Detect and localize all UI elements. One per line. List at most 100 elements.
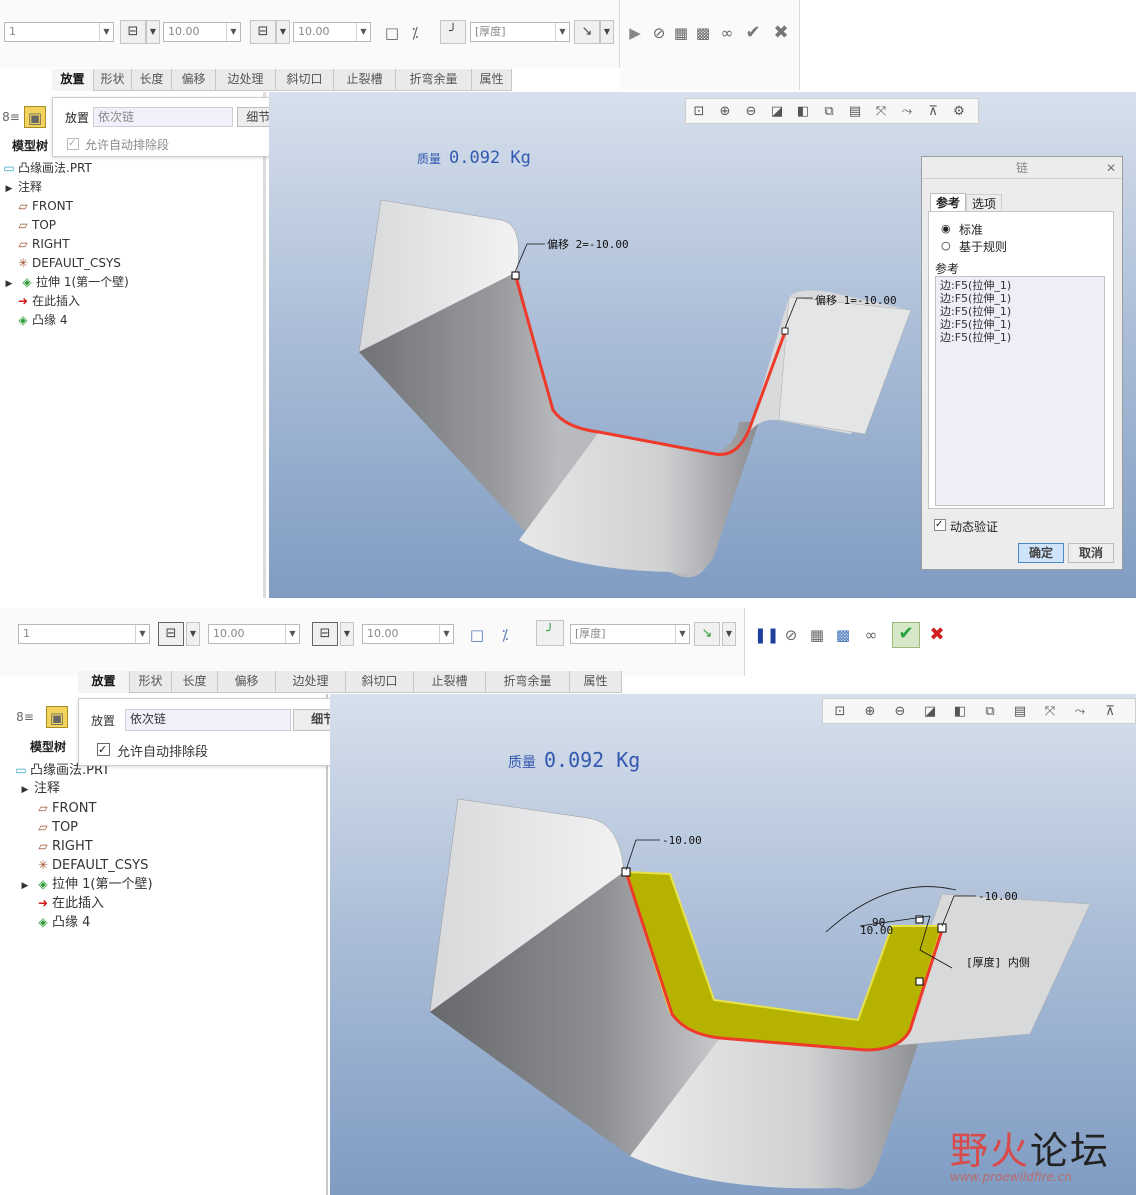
tree-item-right[interactable]: ▱ RIGHT <box>14 235 69 253</box>
tree-item-annotations[interactable]: ▶ 注释 <box>16 780 60 798</box>
tab-edge-treatment[interactable]: 边处理 <box>276 671 346 693</box>
close-icon[interactable]: ✖ <box>770 22 792 44</box>
bend-side-dropdown[interactable]: ▼ <box>722 622 736 646</box>
checkbox-checked-icon[interactable]: ✓ <box>934 519 946 531</box>
list-item[interactable]: 边:F5(拉伸_1) <box>940 292 1100 305</box>
bend-side-button[interactable]: ↘ <box>694 622 720 646</box>
offset-dim-label-left[interactable]: -10.00 <box>662 834 702 847</box>
bend-side-button[interactable]: ↘ <box>574 20 600 44</box>
tree-item-top[interactable]: ▱ TOP <box>34 818 78 836</box>
length-type-dropdown-2[interactable]: ▼ <box>276 20 290 44</box>
bend-radius-button[interactable]: ╯ <box>440 20 466 44</box>
tree-item-annotations[interactable]: ▶ 注释 <box>0 178 42 196</box>
tree-item-front[interactable]: ▱ FRONT <box>14 197 73 215</box>
thickness-combo[interactable]: [厚度] ▼ <box>470 22 570 42</box>
offset-dim-label-2[interactable]: 偏移 2=-10.00 <box>547 237 629 251</box>
percent-icon[interactable]: ⁒ <box>404 22 426 44</box>
check-icon[interactable]: ✔ <box>742 22 764 44</box>
stop-icon[interactable]: ⊘ <box>780 624 802 646</box>
tree-item-insert-here[interactable]: ➜ 在此插入 <box>14 292 80 310</box>
verify-icon[interactable]: ▩ <box>832 624 854 646</box>
length-type-dropdown-2[interactable]: ▼ <box>340 622 354 646</box>
preview-icon[interactable]: ▦ <box>670 22 692 44</box>
length-type-dropdown[interactable]: ▼ <box>146 20 160 44</box>
layer-tree-icon[interactable]: ▣ <box>24 106 46 128</box>
cancel-button[interactable]: 取消 <box>1068 543 1114 563</box>
chain-collector-field[interactable]: 依次链 <box>125 709 291 731</box>
preview-icon[interactable]: ▦ <box>806 624 828 646</box>
length-type-button[interactable]: ⊟ <box>120 20 146 44</box>
pause-stop-icon[interactable]: ⊘ <box>648 22 670 44</box>
checkbox-icon[interactable]: ✓ <box>67 138 79 150</box>
tree-item-extrude[interactable]: ▶ ◈ 拉伸 1(第一个壁) <box>0 273 129 291</box>
check-icon[interactable]: ✔ <box>892 622 920 648</box>
model-tree-tab[interactable]: 模型树 <box>12 137 48 154</box>
tab-offset[interactable]: 偏移 <box>218 671 276 693</box>
thickness-combo[interactable]: [厚度] ▼ <box>570 624 690 644</box>
chain-collector-field[interactable]: 依次链 <box>93 107 233 127</box>
radio-selected-icon[interactable]: ◉ <box>941 222 951 235</box>
tab-shape[interactable]: 形状 <box>130 671 172 693</box>
close-icon[interactable]: ✖ <box>926 624 948 646</box>
tree-settings-icon[interactable]: 8≡ <box>0 106 22 128</box>
ok-button[interactable]: 确定 <box>1018 543 1064 563</box>
tab-edge-treatment[interactable]: 边处理 <box>216 69 276 91</box>
tab-placement[interactable]: 放置 <box>78 671 130 693</box>
tab-shape[interactable]: 形状 <box>94 69 132 91</box>
tree-settings-icon[interactable]: 8≡ <box>14 706 36 728</box>
tree-item-flange[interactable]: ◈ 凸缘 4 <box>34 913 90 931</box>
tree-item-front[interactable]: ▱ FRONT <box>34 799 96 817</box>
reference-list[interactable]: 边:F5(拉伸_1) 边:F5(拉伸_1) 边:F5(拉伸_1) 边:F5(拉伸… <box>935 276 1105 506</box>
list-item[interactable]: 边:F5(拉伸_1) <box>940 331 1100 344</box>
graphics-viewport[interactable]: ⊡ ⊕ ⊖ ◪ ◧ ⧉ ▤ ⤧ ⤳ ⊼ ⚙ 质量 0.092 Kg 偏移 2=-… <box>269 92 1136 598</box>
tree-item-csys[interactable]: ✳ DEFAULT_CSYS <box>34 856 148 874</box>
length-value-combo-1[interactable]: 10.00 ▼ <box>208 624 300 644</box>
tree-item-flange[interactable]: ◈ 凸缘 4 <box>14 311 67 329</box>
length-type-dropdown[interactable]: ▼ <box>186 622 200 646</box>
close-icon[interactable]: ✕ <box>1106 157 1116 179</box>
tree-item-insert-here[interactable]: ➜ 在此插入 <box>34 894 104 912</box>
list-item[interactable]: 边:F5(拉伸_1) <box>940 279 1100 292</box>
glasses-icon[interactable]: ∞ <box>716 22 738 44</box>
tab-placement[interactable]: 放置 <box>52 69 94 91</box>
tab-offset[interactable]: 偏移 <box>172 69 216 91</box>
tab-bend-allowance[interactable]: 折弯余量 <box>486 671 570 693</box>
bend-radius-button[interactable]: ╯ <box>536 620 564 646</box>
thickness-side-label[interactable]: [厚度] 内侧 <box>966 955 1030 969</box>
play-icon[interactable]: ▶ <box>624 22 646 44</box>
tab-miter-cuts[interactable]: 斜切口 <box>346 671 414 693</box>
length-value-combo-2[interactable]: 10.00 ▼ <box>293 22 371 42</box>
glasses-icon[interactable]: ∞ <box>860 624 882 646</box>
length-dim-label[interactable]: 10.00 <box>860 924 893 937</box>
list-item[interactable]: 边:F5(拉伸_1) <box>940 305 1100 318</box>
flip-side-icon[interactable]: □ <box>466 624 488 646</box>
tab-options[interactable]: 选项 <box>966 194 1002 211</box>
flange-shape-combo[interactable]: 1 ▼ <box>18 624 150 644</box>
tab-properties[interactable]: 属性 <box>472 69 512 91</box>
bend-side-dropdown[interactable]: ▼ <box>600 20 614 44</box>
tree-item-csys[interactable]: ✳ DEFAULT_CSYS <box>14 254 121 272</box>
model-tree-tab[interactable]: 模型树 <box>30 738 66 755</box>
length-type-button[interactable]: ⊟ <box>158 622 184 646</box>
flip-side-icon[interactable]: □ <box>381 22 403 44</box>
length-type-button-2[interactable]: ⊟ <box>312 622 338 646</box>
percent-icon[interactable]: ⁒ <box>494 624 516 646</box>
tree-item-part[interactable]: ▭ 凸缘画法.PRT <box>0 159 92 177</box>
tab-relief[interactable]: 止裂槽 <box>334 69 396 91</box>
list-item[interactable]: 边:F5(拉伸_1) <box>940 318 1100 331</box>
checkbox-checked-icon[interactable]: ✓ <box>97 743 110 756</box>
tab-properties[interactable]: 属性 <box>570 671 622 693</box>
offset-dim-label-1[interactable]: 偏移 1=-10.00 <box>815 293 897 307</box>
tab-relief[interactable]: 止裂槽 <box>414 671 486 693</box>
tab-length[interactable]: 长度 <box>132 69 172 91</box>
pause-icon[interactable]: ❚❚ <box>754 624 779 646</box>
length-type-button-2[interactable]: ⊟ <box>250 20 276 44</box>
tab-bend-allowance[interactable]: 折弯余量 <box>396 69 472 91</box>
tab-length[interactable]: 长度 <box>172 671 218 693</box>
layer-tree-icon[interactable]: ▣ <box>46 706 68 728</box>
tab-reference[interactable]: 参考 <box>930 193 966 211</box>
radio-empty-icon[interactable]: ○ <box>941 239 951 252</box>
tree-item-right[interactable]: ▱ RIGHT <box>34 837 92 855</box>
tree-item-extrude[interactable]: ▶ ◈ 拉伸 1(第一个壁) <box>16 875 153 893</box>
length-value-combo-2[interactable]: 10.00 ▼ <box>362 624 454 644</box>
